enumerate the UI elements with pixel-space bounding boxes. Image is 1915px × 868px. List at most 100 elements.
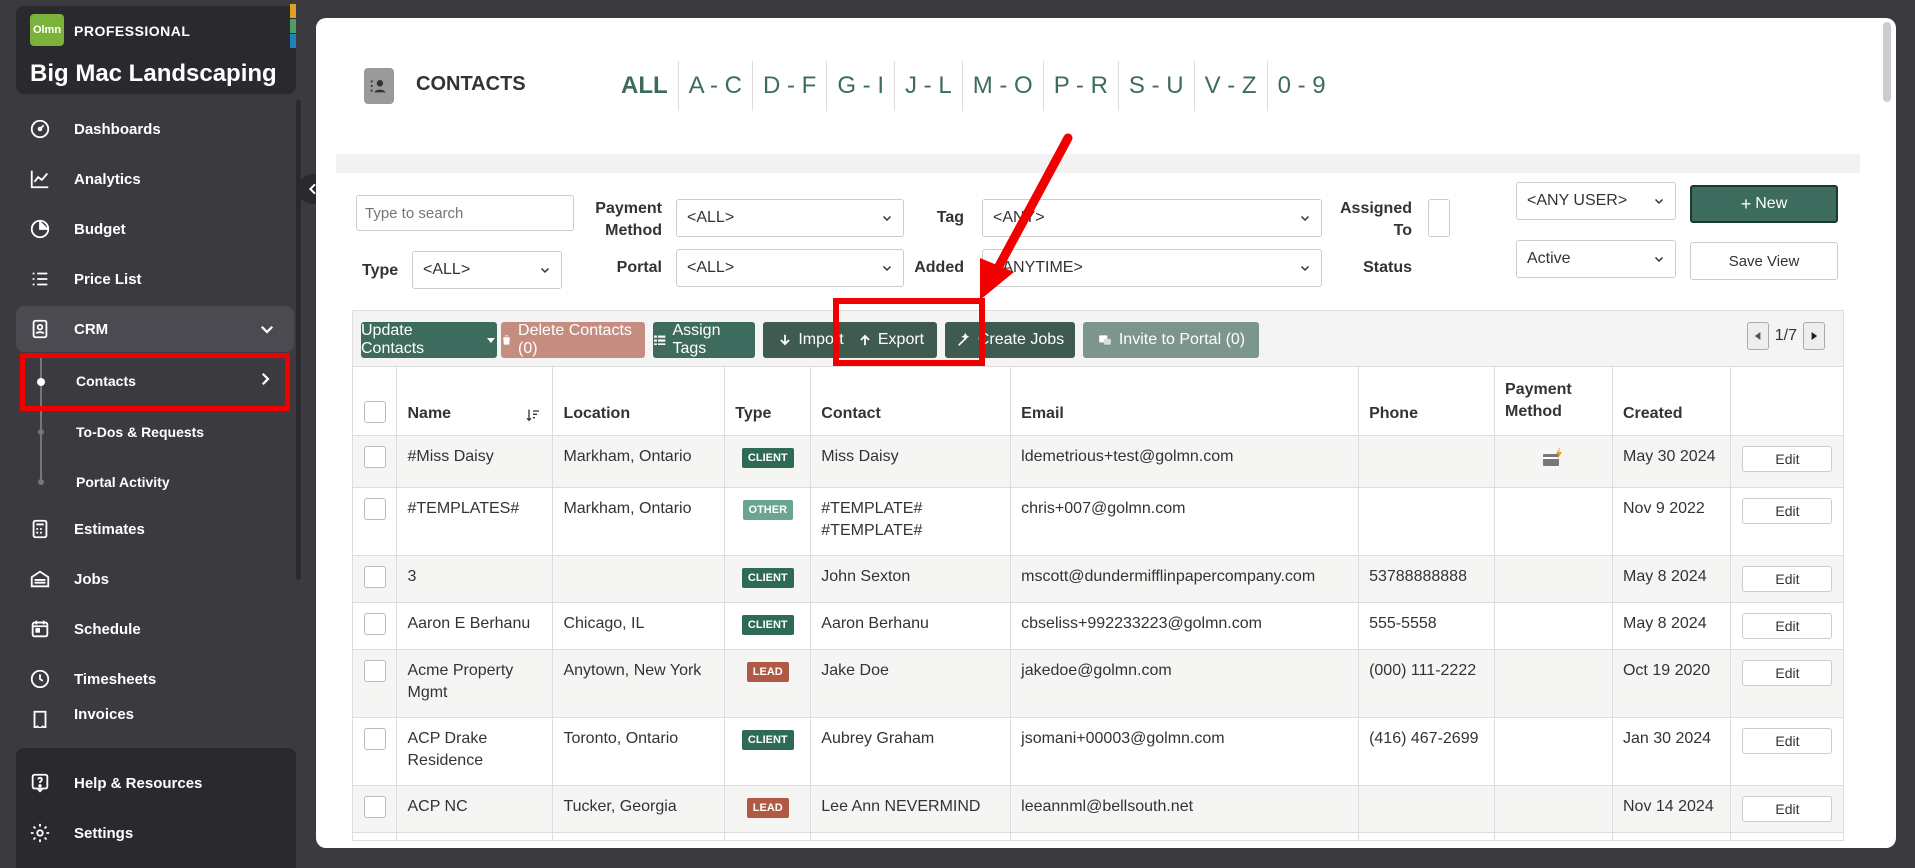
alpha-filter-v-z[interactable]: V - Z xyxy=(1195,61,1268,111)
cell-name[interactable]: 3 xyxy=(396,555,554,603)
caret-right-icon xyxy=(1811,332,1818,340)
column-header-email[interactable]: Email xyxy=(1010,367,1360,436)
cell-name[interactable]: #Miss Daisy xyxy=(396,435,554,488)
table-row[interactable]: 3 CLIENT John Sexton mscott@dundermiffli… xyxy=(353,555,1843,603)
edit-button[interactable]: Edit xyxy=(1742,445,1833,472)
brand-color-bars xyxy=(290,4,296,48)
table-row[interactable]: Acme Property Mgmt Anytown, New York LEA… xyxy=(353,649,1843,718)
cell-location xyxy=(552,555,726,603)
sidebar-item-timesheets[interactable]: Timesheets xyxy=(16,656,294,702)
sidebar-item-invoices[interactable]: Invoices xyxy=(16,706,294,728)
column-header-payment-method[interactable]: Payment Method xyxy=(1494,367,1613,436)
edit-button[interactable]: Edit xyxy=(1742,565,1833,592)
previous-page-button[interactable] xyxy=(1746,322,1769,350)
alpha-filter-0-9[interactable]: 0 - 9 xyxy=(1268,61,1336,111)
search-input[interactable] xyxy=(356,195,574,231)
alpha-filter-p-r[interactable]: P - R xyxy=(1044,61,1119,111)
column-header-name[interactable]: Name xyxy=(396,367,554,436)
row-checkbox[interactable] xyxy=(363,497,386,520)
cell-name[interactable]: Adam Saraceno xyxy=(396,832,554,840)
edit-button[interactable]: Edit xyxy=(1742,659,1833,686)
cell-name[interactable]: ACP NC xyxy=(396,785,554,833)
assign-tags-button[interactable]: Assign Tags xyxy=(653,322,755,358)
page-title: CONTACTS xyxy=(416,73,526,95)
sidebar-item-analytics[interactable]: Analytics xyxy=(16,156,294,202)
column-header-created[interactable]: Created xyxy=(1612,367,1731,436)
status-select[interactable]: Active xyxy=(1516,240,1676,278)
sidebar-item-settings[interactable]: Settings xyxy=(16,810,294,856)
alpha-filter-d-f[interactable]: D - F xyxy=(753,61,828,111)
cell-name[interactable]: Acme Property Mgmt xyxy=(396,649,554,718)
portal-select[interactable]: <ALL> xyxy=(676,249,904,287)
cell-actions: Edit xyxy=(1730,717,1843,786)
payment-method-select-value: <ALL> xyxy=(687,209,735,226)
column-header-contact[interactable]: Contact xyxy=(810,367,1012,436)
table-row[interactable]: #TEMPLATES# Markham, Ontario OTHER #TEMP… xyxy=(353,487,1843,556)
save-view-button[interactable]: Save View xyxy=(1690,242,1838,280)
table-row[interactable]: Aaron E Berhanu Chicago, IL CLIENT Aaron… xyxy=(353,602,1843,650)
sidebar-subitem-portal-activity[interactable]: Portal Activity xyxy=(76,474,170,490)
table-row[interactable]: ACP NC Tucker, Georgia LEAD Lee Ann NEVE… xyxy=(353,785,1843,833)
alpha-filter-j-l[interactable]: J - L xyxy=(895,61,963,111)
type-select[interactable]: <ALL> xyxy=(412,251,562,289)
row-checkbox[interactable] xyxy=(363,795,386,818)
sidebar-item-label: Estimates xyxy=(74,520,145,538)
bulk-action-toolbar: Update Contacts Delete Contacts (0) Assi… xyxy=(353,311,1843,367)
alpha-filter-a-c[interactable]: A - C xyxy=(679,61,753,111)
row-checkbox[interactable] xyxy=(363,565,386,588)
table-row[interactable]: #Miss Daisy Markham, Ontario CLIENT Miss… xyxy=(353,435,1843,488)
alpha-filter-all[interactable]: ALL xyxy=(611,61,679,111)
column-header-location[interactable]: Location xyxy=(552,367,726,436)
cell-name[interactable]: ACP Drake Residence xyxy=(396,717,554,786)
cell-email: cbseliss+992233223@golmn.com xyxy=(1010,602,1360,650)
assigned-to-label: Assigned To xyxy=(1330,198,1412,242)
next-page-button[interactable] xyxy=(1803,322,1825,350)
tag-select[interactable]: <ANY> xyxy=(982,199,1322,237)
added-select[interactable]: <ANYTIME> xyxy=(982,249,1322,287)
sidebar-item-jobs[interactable]: Jobs xyxy=(16,556,294,602)
alpha-filter-s-u[interactable]: S - U xyxy=(1119,61,1195,111)
cell-created: Nov 9 2022 xyxy=(1612,487,1731,556)
chevron-down-icon xyxy=(540,267,550,274)
sidebar-scrollbar[interactable] xyxy=(296,100,301,580)
sort-descending-icon[interactable] xyxy=(524,407,542,423)
delete-contacts-button[interactable]: Delete Contacts (0) xyxy=(501,322,645,358)
edit-button[interactable]: Edit xyxy=(1742,612,1833,639)
table-row[interactable]: ACP Drake Residence Toronto, Ontario CLI… xyxy=(353,717,1843,786)
row-checkbox[interactable] xyxy=(363,727,386,750)
row-checkbox[interactable] xyxy=(363,612,386,635)
sidebar-item-budget[interactable]: Budget xyxy=(16,206,294,252)
cell-name[interactable]: #TEMPLATES# xyxy=(396,487,554,556)
sidebar-subitem-todos[interactable]: To-Dos & Requests xyxy=(76,424,204,440)
table-row[interactable]: Adam Saraceno Seattle, WA CLIENT Adam Sa… xyxy=(353,832,1843,840)
brand-card[interactable]: Olmn PROFESSIONAL Big Mac Landscaping xyxy=(16,6,296,94)
table-header-row: Name Location Type Contact Email Phone P… xyxy=(353,367,1843,436)
column-header-phone[interactable]: Phone xyxy=(1358,367,1496,436)
main-scrollbar[interactable] xyxy=(1883,22,1891,102)
sidebar-item-crm[interactable]: CRM xyxy=(16,306,294,352)
new-contact-button[interactable]: + New xyxy=(1690,185,1838,223)
tag-select-value: <ANY> xyxy=(993,209,1045,226)
payment-method-label: Payment Method xyxy=(594,198,662,242)
sidebar-item-schedule[interactable]: Schedule xyxy=(16,606,294,652)
payment-method-select[interactable]: <ALL> xyxy=(676,199,904,237)
sidebar-item-price-list[interactable]: Price List xyxy=(16,256,294,302)
alpha-filter-m-o[interactable]: M - O xyxy=(963,61,1044,111)
sidebar-item-help[interactable]: Help & Resources xyxy=(16,760,294,806)
alpha-filter-g-i[interactable]: G - I xyxy=(827,61,895,111)
select-all-checkbox[interactable] xyxy=(363,400,386,423)
edit-button[interactable]: Edit xyxy=(1742,727,1833,754)
sidebar-item-estimates[interactable]: Estimates xyxy=(16,506,294,552)
edit-button[interactable]: Edit xyxy=(1742,497,1833,524)
row-checkbox[interactable] xyxy=(363,445,386,468)
column-header-type[interactable]: Type xyxy=(724,367,812,436)
assigned-to-select[interactable]: <ANY USER> xyxy=(1516,182,1676,220)
update-contacts-button[interactable]: Update Contacts xyxy=(361,322,497,358)
row-checkbox[interactable] xyxy=(363,659,386,682)
invite-to-portal-button[interactable]: Invite to Portal (0) xyxy=(1083,322,1259,358)
edit-button[interactable]: Edit xyxy=(1742,795,1833,822)
cell-phone xyxy=(1358,785,1496,833)
sidebar-item-dashboards[interactable]: Dashboards xyxy=(16,106,294,152)
create-jobs-label: Create Jobs xyxy=(977,331,1065,348)
cell-name[interactable]: Aaron E Berhanu xyxy=(396,602,554,650)
